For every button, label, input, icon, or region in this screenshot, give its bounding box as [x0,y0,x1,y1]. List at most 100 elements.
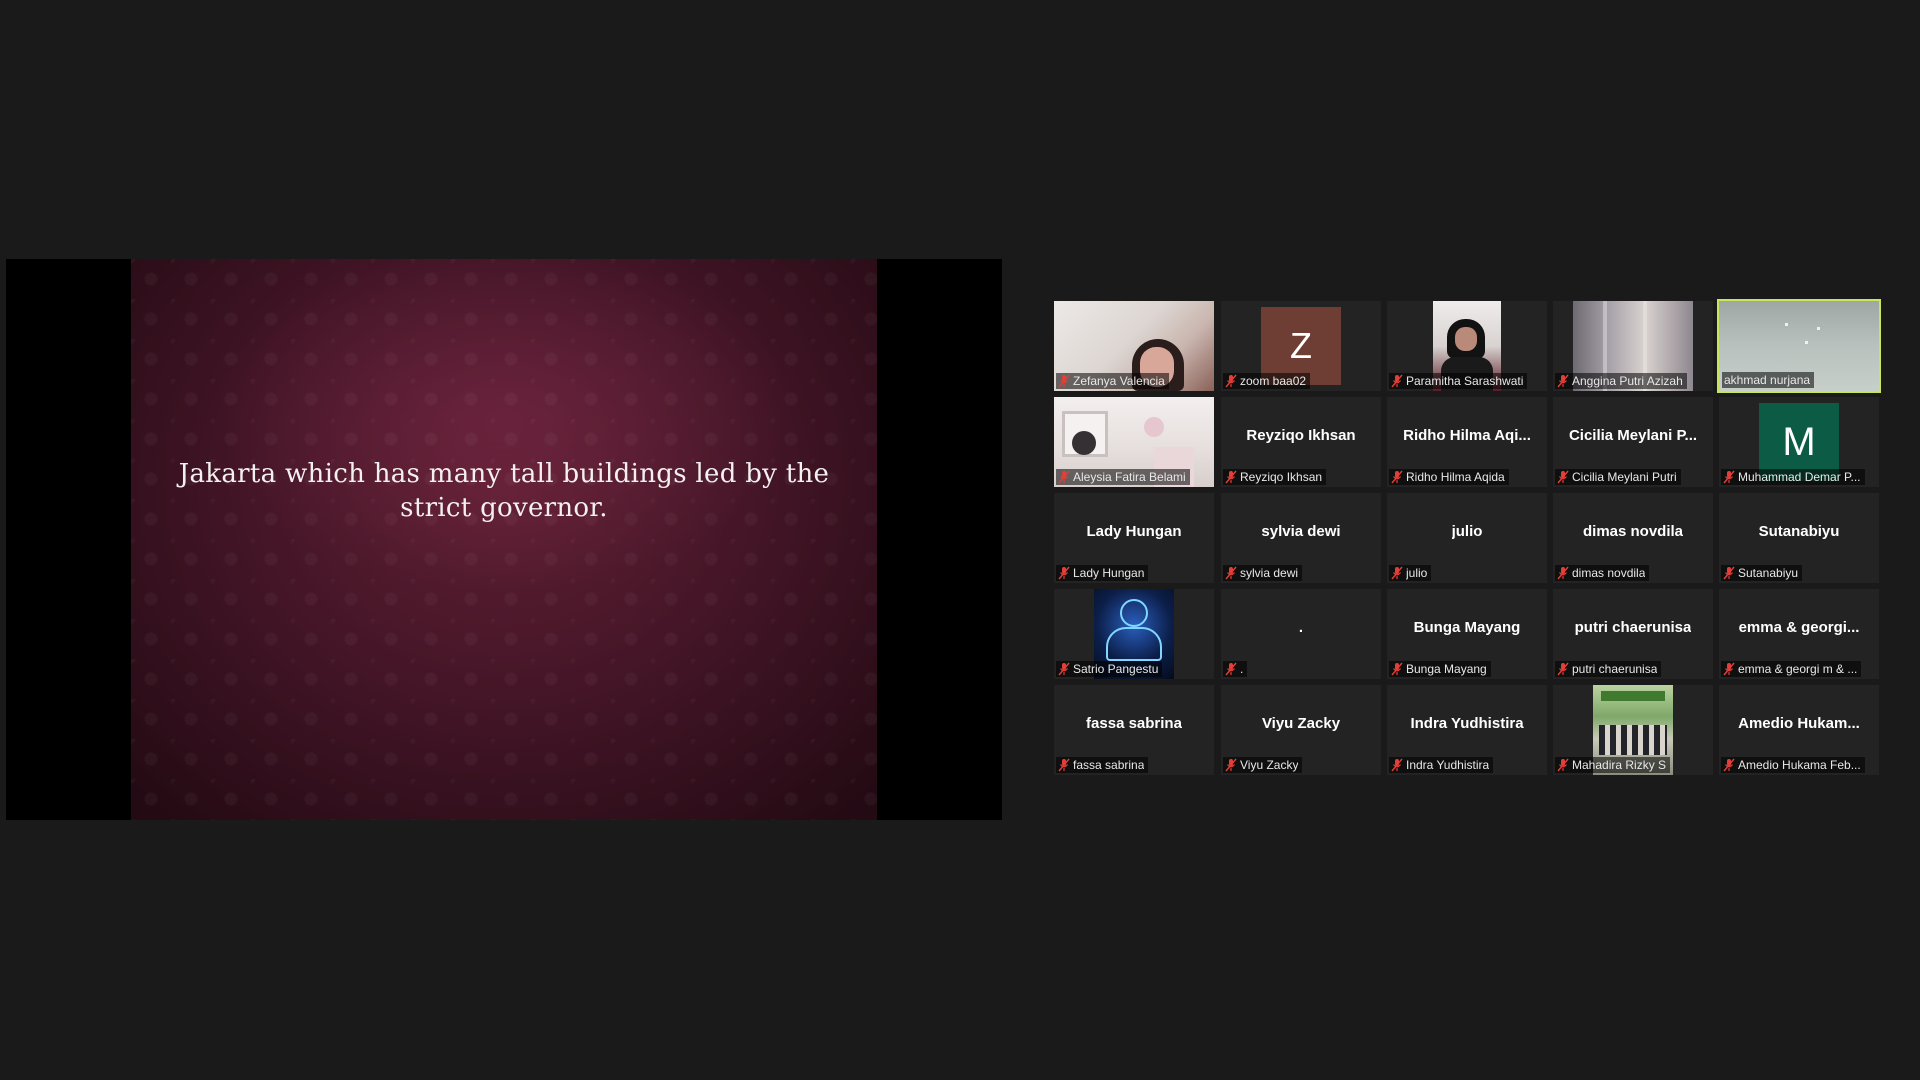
muted-microphone-icon [1058,566,1070,580]
participant-name-bar: Satrio Pangestu [1056,661,1163,677]
slide-text: Jakarta which has many tall buildings le… [178,459,830,523]
participant-name: akhmad nurjana [1724,373,1811,387]
participant-name-bar: sylvia dewi [1223,565,1303,581]
participant-name: Zefanya Valencia [1073,374,1165,388]
participant-tile[interactable]: . . [1221,589,1381,679]
participant-name-bar: Indra Yudhistira [1389,757,1494,773]
participant-tile[interactable]: putri chaerunisa putri chaerunisa [1553,589,1713,679]
participant-name: Ridho Hilma Aqida [1406,470,1505,484]
muted-microphone-icon [1225,758,1237,772]
participant-name: Amedio Hukama Feb... [1738,758,1861,772]
participant-name: Muhammad Demar P... [1738,470,1861,484]
participant-name-bar: Anggina Putri Azizah [1555,373,1687,389]
participant-name: Bunga Mayang [1406,662,1487,676]
participant-name: Anggina Putri Azizah [1572,374,1683,388]
muted-microphone-icon [1058,758,1070,772]
muted-microphone-icon [1723,470,1735,484]
participant-tile[interactable]: julio julio [1387,493,1547,583]
participant-name: Viyu Zacky [1240,758,1299,772]
participant-tile[interactable]: Viyu Zacky Viyu Zacky [1221,685,1381,775]
muted-microphone-icon [1058,662,1070,676]
muted-microphone-icon [1391,662,1403,676]
muted-microphone-icon [1391,470,1403,484]
participant-name-bar: zoom baa02 [1223,373,1311,389]
participant-name-bar: dimas novdila [1555,565,1650,581]
participant-tile[interactable]: Aleysia Fatira Belami [1054,397,1214,487]
participant-tile[interactable]: Lady Hungan Lady Hungan [1054,493,1214,583]
muted-microphone-icon [1225,374,1237,388]
participant-tile[interactable]: Reyziqo Ikhsan Reyziqo Ikhsan [1221,397,1381,487]
participant-name-bar: julio [1389,565,1432,581]
participant-tile[interactable]: sylvia dewi sylvia dewi [1221,493,1381,583]
participant-name: sylvia dewi [1240,566,1299,580]
participant-name: Paramitha Sarashwati [1406,374,1524,388]
participant-name: julio [1406,566,1428,580]
muted-microphone-icon [1391,374,1403,388]
participant-name-bar: Ridho Hilma Aqida [1389,469,1509,485]
participant-name: fassa sabrina [1073,758,1145,772]
participant-name-bar: emma & georgi m & ... [1721,661,1862,677]
participant-name-bar: Bunga Mayang [1389,661,1491,677]
participant-tile-active-speaker[interactable]: akhmad nurjana [1717,299,1881,393]
muted-microphone-icon [1557,662,1569,676]
muted-microphone-icon [1391,566,1403,580]
participant-name-bar: Viyu Zacky [1223,757,1303,773]
muted-microphone-icon [1723,566,1735,580]
participant-name: Mahadira Rizky S [1572,758,1667,772]
participant-name-bar: Sutanabiyu [1721,565,1803,581]
participant-tile[interactable]: dimas novdila dimas novdila [1553,493,1713,583]
muted-microphone-icon [1058,470,1070,484]
muted-microphone-icon [1557,566,1569,580]
participant-tile[interactable]: Indra Yudhistira Indra Yudhistira [1387,685,1547,775]
participant-name: Cicilia Meylani Putri [1572,470,1677,484]
participant-tile[interactable]: Z zoom baa02 [1221,301,1381,391]
muted-microphone-icon [1225,566,1237,580]
participant-name-bar: Aleysia Fatira Belami [1056,469,1190,485]
participant-tile[interactable]: Anggina Putri Azizah [1553,301,1713,391]
participant-tile[interactable]: Amedio Hukam... Amedio Hukama Feb... [1719,685,1879,775]
muted-microphone-icon [1557,470,1569,484]
participant-name-bar: . [1223,661,1248,677]
participant-name-bar: fassa sabrina [1056,757,1149,773]
participant-name: . [1240,662,1244,676]
participant-name-bar: Amedio Hukama Feb... [1721,757,1865,773]
participant-tile[interactable]: emma & georgi... emma & georgi m & ... [1719,589,1879,679]
participant-name-bar: akhmad nurjana [1722,372,1815,388]
muted-microphone-icon [1225,470,1237,484]
participant-name-bar: putri chaerunisa [1555,661,1662,677]
participant-name-bar: Mahadira Rizky S [1555,757,1671,773]
participant-name-bar: Cicilia Meylani Putri [1555,469,1681,485]
participant-name: Indra Yudhistira [1406,758,1490,772]
participant-tile[interactable]: M Muhammad Demar P... [1719,397,1879,487]
participant-name-bar: Lady Hungan [1056,565,1149,581]
muted-microphone-icon [1557,758,1569,772]
participant-tile[interactable]: Paramitha Sarashwati [1387,301,1547,391]
muted-microphone-icon [1058,374,1070,388]
participant-tile[interactable]: fassa sabrina fassa sabrina [1054,685,1214,775]
participant-tile[interactable]: Ridho Hilma Aqi... Ridho Hilma Aqida [1387,397,1547,487]
muted-microphone-icon [1723,662,1735,676]
participant-gallery: Zefanya Valencia Z zoom baa02 Paramitha … [1054,299,1884,777]
participant-tile[interactable]: Satrio Pangestu [1054,589,1214,679]
muted-microphone-icon [1391,758,1403,772]
participant-name: Satrio Pangestu [1073,662,1159,676]
participant-name: Aleysia Fatira Belami [1073,470,1186,484]
participant-tile[interactable]: Cicilia Meylani P... Cicilia Meylani Put… [1553,397,1713,487]
participant-tile[interactable]: Bunga Mayang Bunga Mayang [1387,589,1547,679]
participant-name: Sutanabiyu [1738,566,1799,580]
participant-tile[interactable]: Mahadira Rizky S [1553,685,1713,775]
participant-name: dimas novdila [1572,566,1646,580]
shared-screen: Jakarta which has many tall buildings le… [6,259,1002,820]
participant-tile[interactable]: Sutanabiyu Sutanabiyu [1719,493,1879,583]
muted-microphone-icon [1225,662,1237,676]
muted-microphone-icon [1723,758,1735,772]
participant-tile[interactable]: Zefanya Valencia [1054,301,1214,391]
participant-name: Lady Hungan [1073,566,1145,580]
participant-center-name: . [1298,618,1304,636]
participant-name-bar: Zefanya Valencia [1056,373,1169,389]
participant-name-bar: Paramitha Sarashwati [1389,373,1528,389]
participant-name: zoom baa02 [1240,374,1307,388]
participant-name: emma & georgi m & ... [1738,662,1858,676]
participant-name: putri chaerunisa [1572,662,1658,676]
muted-microphone-icon [1557,374,1569,388]
